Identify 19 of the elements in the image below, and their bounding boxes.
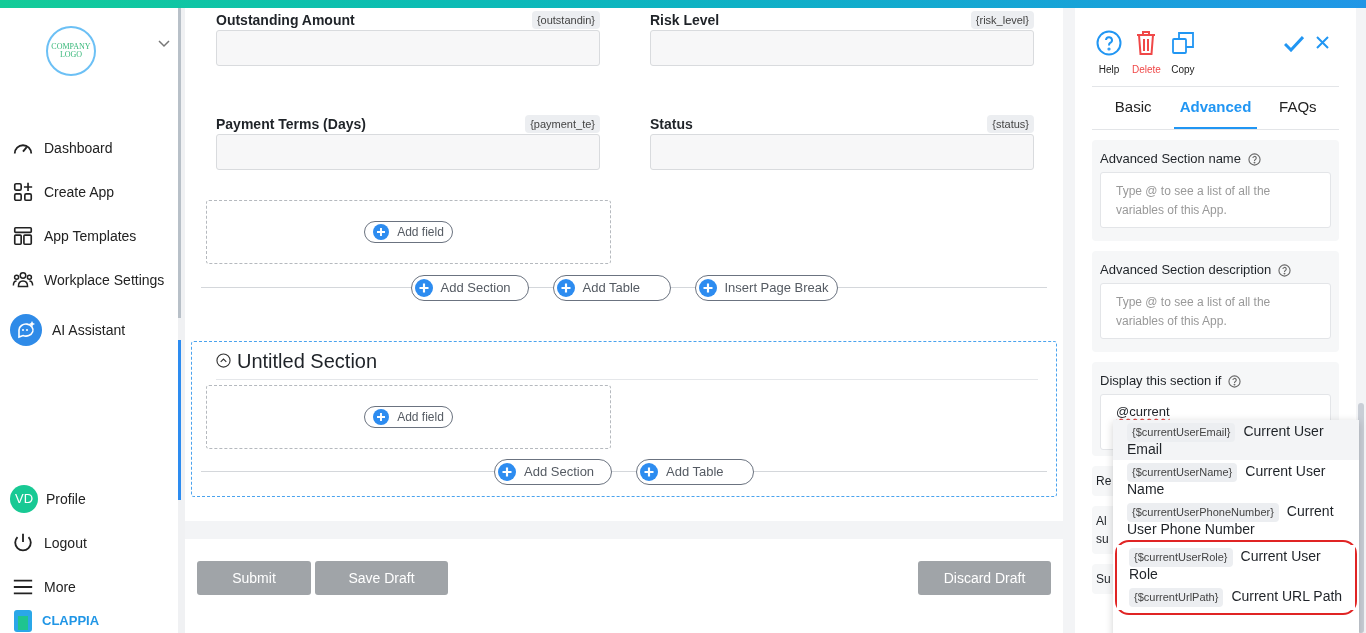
variable-tag: {status} (987, 114, 1034, 134)
brand-name: CLAPPIA (42, 612, 100, 631)
setting-label: Advanced Section name (1100, 150, 1241, 169)
field-label: Payment Terms (Days) (216, 114, 366, 134)
field-label: Outstanding Amount (216, 10, 355, 30)
company-logo: COMPANY LOGO (46, 26, 96, 76)
setting-label: Re (1096, 473, 1112, 490)
setting-label: Advanced Section description (1100, 261, 1272, 280)
section-title: Untitled Section (237, 348, 378, 374)
variable-tag: {payment_te} (525, 114, 600, 134)
setting-label: Display this section if (1100, 372, 1222, 391)
setting-label: su (1096, 531, 1109, 548)
setting-label: Su (1096, 571, 1111, 588)
variable-tag: {outstandin} (531, 10, 600, 30)
field-label: Status (650, 114, 693, 134)
setting-label: Al (1096, 513, 1107, 530)
variable-tag: {risk_level} (970, 10, 1034, 30)
field-label: Risk Level (650, 10, 720, 30)
avatar: VD (10, 485, 38, 513)
